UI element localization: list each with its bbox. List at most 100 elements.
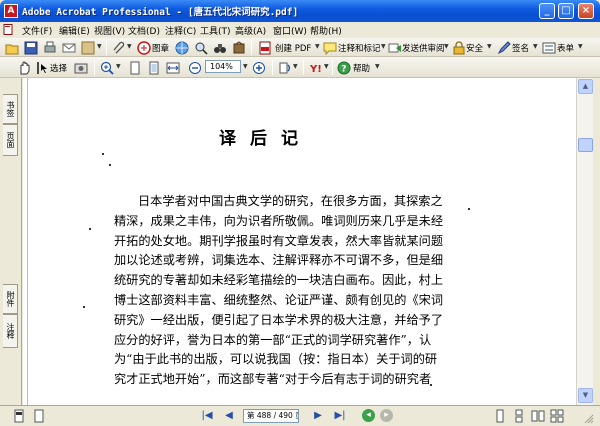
vertical-scrollbar[interactable]: ▲ ▼ [576,78,593,405]
menu-tools[interactable]: 工具(T) [200,24,231,37]
print-icon[interactable] [43,41,57,55]
actual-size-icon[interactable] [128,61,142,75]
stamp-icon[interactable] [137,41,151,55]
hand-tool-icon[interactable] [17,61,31,75]
comment-markup-button[interactable]: 注释和标记 [338,42,381,54]
stamp-label[interactable]: 图章 [152,42,169,54]
select-label[interactable]: 选择 [50,62,67,74]
create-pdf-icon[interactable] [258,41,272,55]
forms-dropdown-icon[interactable]: ▼ [578,43,583,50]
file-toolbar: ▼ ▼ 图章 创建 PDF ▼ 注释和标记 ▼ 发送供审阅 ▼ 安全 ▼ 签名 … [0,38,600,57]
text-line: 为“由于此书的出版，可以说我国（按：指日本）关于词的研 [114,352,438,367]
comment-dropdown-icon[interactable]: ▼ [381,43,386,50]
read-out-icon[interactable] [232,41,246,55]
scroll-thumb[interactable] [578,138,593,152]
security-dropdown-icon[interactable]: ▼ [487,43,492,50]
yahoo-icon[interactable]: Y! [309,61,323,75]
attach-icon[interactable] [112,41,126,55]
zoom-in-icon[interactable] [252,61,266,75]
zoom-tool-dropdown-icon[interactable]: ▼ [116,63,121,70]
lock-icon[interactable] [452,41,466,55]
tab-attachments[interactable]: 附件 [3,284,18,314]
page-number-field[interactable]: 第 488 / 490 页 [243,409,299,423]
page-layout-icon[interactable] [32,409,46,423]
fit-width-icon[interactable] [166,61,180,75]
send-review-dropdown-icon[interactable]: ▼ [444,43,449,50]
menu-advanced[interactable]: 高级(A) [235,24,266,37]
tab-bookmarks[interactable]: 书签 [3,94,18,124]
organizer-icon[interactable] [81,41,95,55]
security-button[interactable]: 安全 [466,42,483,54]
sign-pen-icon[interactable] [497,41,511,55]
facing-pages-icon[interactable] [531,409,545,423]
resize-grip-icon[interactable] [584,414,594,424]
select-text-icon[interactable] [35,61,49,75]
send-review-icon[interactable] [388,41,402,55]
toolbar-separator [94,60,95,75]
document-menu-icon[interactable] [3,24,14,35]
maximize-button[interactable]: □ [558,3,574,19]
forms-icon[interactable] [542,41,556,55]
text-line: 统研究的专著却如未经彩笔描绘的一块洁白画布。因此，村上 [114,273,444,288]
fit-page-icon[interactable] [147,61,161,75]
snapshot-icon[interactable] [74,61,88,75]
forms-button[interactable]: 表单 [557,42,574,54]
open-icon[interactable] [5,41,19,55]
search-icon[interactable] [194,41,208,55]
document-view[interactable]: 译后记 日本学者对中国古典文学的研究，在很多方面，其探索之 精深，成果之丰伟，向… [23,78,576,405]
minimize-button[interactable]: _ [539,3,555,19]
go-forward-icon[interactable]: ▸ [380,409,393,422]
last-page-button[interactable]: ▶| [333,409,347,423]
scan-speck [109,164,111,166]
continuous-icon[interactable] [512,409,526,423]
scroll-up-arrow-icon[interactable]: ▲ [578,79,593,94]
sign-button[interactable]: 签名 [512,42,529,54]
menu-comments[interactable]: 注释(C) [165,24,196,37]
tab-pages[interactable]: 页面 [3,124,18,156]
menu-document[interactable]: 文档(D) [128,24,160,37]
sign-dropdown-icon[interactable]: ▼ [533,43,538,50]
continuous-facing-icon[interactable] [550,409,564,423]
attach-dropdown-icon[interactable]: ▼ [127,43,132,50]
menu-view[interactable]: 视图(V) [94,24,125,37]
scan-speck [83,306,85,308]
email-icon[interactable] [62,41,76,55]
tab-comments[interactable]: 注释 [3,314,18,348]
toolbar-separator [106,40,107,55]
rotate-view-icon[interactable] [278,61,292,75]
navigation-toolbar: 选择 ▼ 104% ▼ ▼ Y! ▼ ? 帮助 ▼ [0,57,600,78]
scroll-down-arrow-icon[interactable]: ▼ [578,388,593,403]
next-page-button[interactable]: ▶ [311,409,325,423]
organizer-dropdown-icon[interactable]: ▼ [97,43,102,50]
first-page-button[interactable]: |◀ [200,409,214,423]
yahoo-dropdown-icon[interactable]: ▼ [324,63,329,70]
single-page-icon[interactable] [493,409,507,423]
text-line: 加以论述或考辨，词集选本、注解评释亦不可谓不多，但是细 [114,253,444,268]
create-pdf-button[interactable]: 创建 PDF [275,42,311,54]
web-capture-icon[interactable] [175,41,189,55]
send-review-button[interactable]: 发送供审阅 [402,42,445,54]
zoom-out-icon[interactable] [188,61,202,75]
menu-edit[interactable]: 编辑(E) [59,24,90,37]
save-icon[interactable] [24,41,38,55]
comment-icon[interactable] [323,41,337,55]
menu-help[interactable]: 帮助(H) [310,24,342,37]
zoom-in-tool-icon[interactable] [100,61,114,75]
zoom-level-field[interactable]: 104% [205,60,241,73]
body-text: 日本学者对中国古典文学的研究，在很多方面，其探索之 精深，成果之丰伟，向为识者所… [114,192,540,390]
binoculars-icon[interactable] [213,41,227,55]
page-edge [27,78,28,405]
close-button[interactable]: × [578,3,594,19]
menu-window[interactable]: 窗口(W) [273,24,307,37]
create-pdf-dropdown-icon[interactable]: ▼ [315,43,320,50]
help-dropdown-icon[interactable]: ▼ [375,63,380,70]
right-pane-edge [593,78,600,405]
previous-page-button[interactable]: ◀ [222,409,236,423]
page-thumbnail-icon[interactable] [12,409,26,423]
rotate-dropdown-icon[interactable]: ▼ [293,63,298,70]
go-back-icon[interactable]: ◂ [362,409,375,422]
menu-file[interactable]: 文件(F) [22,24,52,37]
help-icon[interactable]: ? [337,61,351,75]
zoom-level-dropdown-icon[interactable]: ▼ [243,63,248,70]
help-button[interactable]: 帮助 [353,62,370,74]
